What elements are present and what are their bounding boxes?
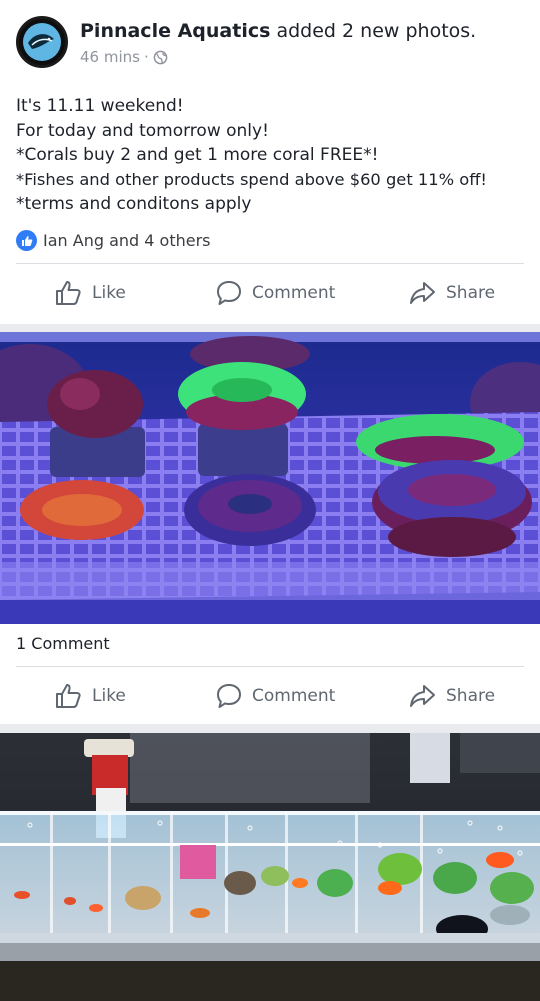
- post-photo-fish-tanks[interactable]: [0, 733, 540, 1001]
- share-label: Share: [446, 686, 496, 706]
- thumbs-up-badge-icon: [16, 230, 37, 251]
- coral-photo: [0, 332, 540, 624]
- post-action-text: added 2 new photos.: [276, 20, 477, 42]
- comment-button[interactable]: Comment: [216, 280, 335, 306]
- meta-separator: ·: [143, 48, 149, 66]
- photo-action-bar: Like Comment Share: [0, 668, 540, 724]
- share-arrow-icon: [410, 685, 435, 707]
- post-timestamp[interactable]: 46 mins: [80, 48, 140, 66]
- divider: [16, 666, 524, 667]
- thumbs-up-icon: [56, 684, 81, 708]
- post-text-line: *Fishes and other products spend above $…: [16, 169, 487, 189]
- speech-bubble-icon: [217, 281, 241, 305]
- page-avatar[interactable]: [16, 16, 68, 68]
- post-text-line: *terms and conditons apply: [16, 194, 252, 214]
- like-label: Like: [92, 283, 126, 303]
- share-button[interactable]: Share: [409, 280, 495, 306]
- comment-label: Comment: [252, 283, 336, 303]
- photo-interaction-card: 1 Comment Like Comment Share: [0, 624, 540, 724]
- post-header: Pinnacle Aquatics added 2 new photos. 46…: [16, 16, 476, 68]
- post-card: Pinnacle Aquatics added 2 new photos. 46…: [0, 0, 540, 324]
- post-text-line: It's 11.11 weekend!: [16, 96, 184, 116]
- post-text-line: For today and tomorrow only!: [16, 120, 269, 141]
- post-photo-corals[interactable]: [0, 332, 540, 624]
- globe-icon: [153, 50, 168, 64]
- like-button[interactable]: Like: [55, 683, 126, 709]
- divider: [16, 263, 524, 264]
- share-label: Share: [446, 283, 496, 303]
- share-arrow-icon: [410, 282, 435, 304]
- fish-tank-photo: [0, 733, 540, 1001]
- comment-label: Comment: [252, 686, 336, 706]
- comment-button[interactable]: Comment: [216, 683, 335, 709]
- reactions-text: Ian Ang and 4 others: [43, 231, 211, 250]
- like-label: Like: [92, 686, 126, 706]
- post-text: It's 11.11 weekend! For today and tomorr…: [16, 94, 487, 217]
- post-action-bar: Like Comment Share: [0, 265, 540, 321]
- speech-bubble-icon: [217, 684, 241, 708]
- thumbs-up-icon: [56, 281, 81, 305]
- reactions-summary[interactable]: Ian Ang and 4 others: [16, 230, 211, 251]
- post-text-line: *Corals buy 2 and get 1 more coral FREE*…: [16, 145, 379, 165]
- comment-count[interactable]: 1 Comment: [16, 634, 110, 653]
- post-meta: 46 mins ·: [80, 48, 476, 66]
- post-title: Pinnacle Aquatics added 2 new photos.: [80, 18, 476, 44]
- page-name-link[interactable]: Pinnacle Aquatics: [80, 20, 270, 42]
- share-button[interactable]: Share: [409, 683, 495, 709]
- fish-logo-icon: [28, 34, 54, 49]
- like-button[interactable]: Like: [55, 280, 126, 306]
